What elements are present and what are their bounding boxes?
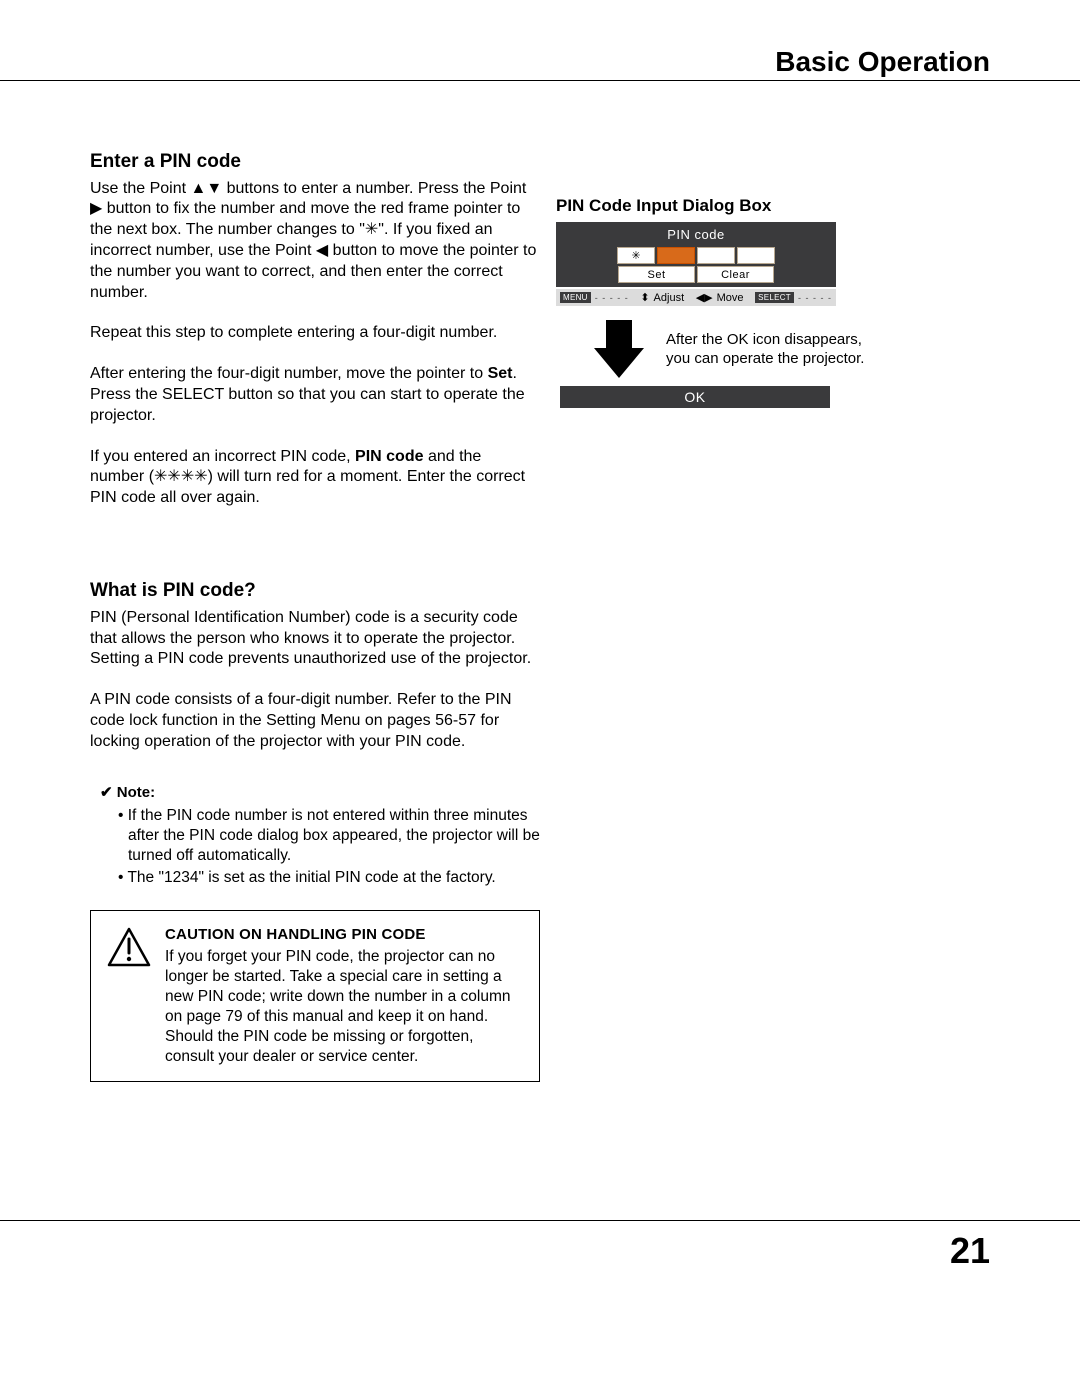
adjust-label: Adjust bbox=[654, 292, 685, 304]
para-6: A PIN code consists of a four-digit numb… bbox=[90, 690, 540, 752]
para-4: If you entered an incorrect PIN code, PI… bbox=[90, 447, 540, 509]
caution-title: CAUTION ON HANDLING PIN CODE bbox=[165, 925, 523, 945]
para-5: PIN (Personal Identification Number) cod… bbox=[90, 608, 540, 670]
warning-icon bbox=[107, 927, 151, 973]
page-number: 21 bbox=[950, 1230, 990, 1272]
help-row: MENU - - - - - ⬍ Adjust ◀▶ Move SELECT -… bbox=[556, 289, 836, 306]
text: Use the Point bbox=[90, 180, 191, 197]
pin-cell-3 bbox=[697, 247, 735, 264]
left-column: Enter a PIN code Use the Point ▲▼ button… bbox=[90, 150, 540, 891]
pin-cell-1: ✳ bbox=[617, 247, 655, 264]
pin-cell-2-active bbox=[657, 247, 695, 264]
note-label: Note: bbox=[100, 783, 540, 803]
right-column: PIN Code Input Dialog Box PIN code ✳ Set… bbox=[556, 196, 996, 408]
para-1: Use the Point ▲▼ buttons to enter a numb… bbox=[90, 179, 540, 304]
help-adjust: ⬍ Adjust bbox=[640, 291, 684, 304]
right-icon: ▶ bbox=[90, 200, 102, 217]
arrow-caption: After the OK icon disappears, you can op… bbox=[666, 330, 866, 369]
para-2: Repeat this step to complete entering a … bbox=[90, 323, 540, 344]
adjust-icon: ⬍ bbox=[640, 291, 649, 304]
note-block: Note: If the PIN code number is not ente… bbox=[100, 783, 540, 889]
text: buttons to enter a number. Press the Poi… bbox=[222, 180, 526, 197]
dialog-header: PIN code bbox=[556, 225, 836, 246]
rule-bottom bbox=[0, 1220, 1080, 1221]
heading-what-is-pin: What is PIN code? bbox=[90, 579, 540, 604]
para-3: After entering the four-digit number, mo… bbox=[90, 364, 540, 426]
set-bold: Set bbox=[488, 365, 513, 382]
rule-top bbox=[0, 80, 1080, 81]
heading-enter-pin: Enter a PIN code bbox=[90, 150, 540, 175]
move-icon: ◀▶ bbox=[696, 291, 713, 304]
dialog-box-title: PIN Code Input Dialog Box bbox=[556, 196, 996, 216]
pin-bold: PIN code bbox=[355, 448, 423, 465]
note-item-1: If the PIN code number is not entered wi… bbox=[118, 806, 540, 866]
pin-row: ✳ bbox=[556, 246, 836, 265]
pin-dialog: PIN code ✳ Set Clear bbox=[556, 222, 836, 287]
dashes: - - - - - bbox=[595, 293, 629, 303]
move-label: Move bbox=[717, 292, 744, 304]
note-list: If the PIN code number is not entered wi… bbox=[118, 806, 540, 889]
text: If you entered an incorrect PIN code, bbox=[90, 448, 355, 465]
button-row: Set Clear bbox=[556, 265, 836, 284]
note-item-2: The "1234" is set as the initial PIN cod… bbox=[118, 868, 540, 888]
left-icon: ◀ bbox=[316, 242, 328, 259]
help-menu: MENU - - - - - bbox=[560, 292, 629, 303]
up-down-icon: ▲▼ bbox=[191, 180, 223, 197]
help-move: ◀▶ Move bbox=[696, 291, 744, 304]
ok-bar: OK bbox=[560, 386, 830, 408]
arrow-caption-row: After the OK icon disappears, you can op… bbox=[594, 320, 996, 378]
caution-text: CAUTION ON HANDLING PIN CODE If you forg… bbox=[165, 925, 523, 1067]
caution-box: CAUTION ON HANDLING PIN CODE If you forg… bbox=[90, 910, 540, 1082]
set-button: Set bbox=[618, 266, 695, 283]
select-badge: SELECT bbox=[755, 292, 794, 303]
help-select: SELECT - - - - - bbox=[755, 292, 832, 303]
clear-button: Clear bbox=[697, 266, 774, 283]
pin-cell-4 bbox=[737, 247, 775, 264]
text: After entering the four-digit number, mo… bbox=[90, 365, 488, 382]
arrow-down-icon bbox=[594, 320, 644, 378]
section-header: Basic Operation bbox=[775, 46, 990, 78]
caution-body: If you forget your PIN code, the project… bbox=[165, 947, 523, 1068]
menu-badge: MENU bbox=[560, 292, 591, 303]
dashes-2: - - - - - bbox=[798, 293, 832, 303]
